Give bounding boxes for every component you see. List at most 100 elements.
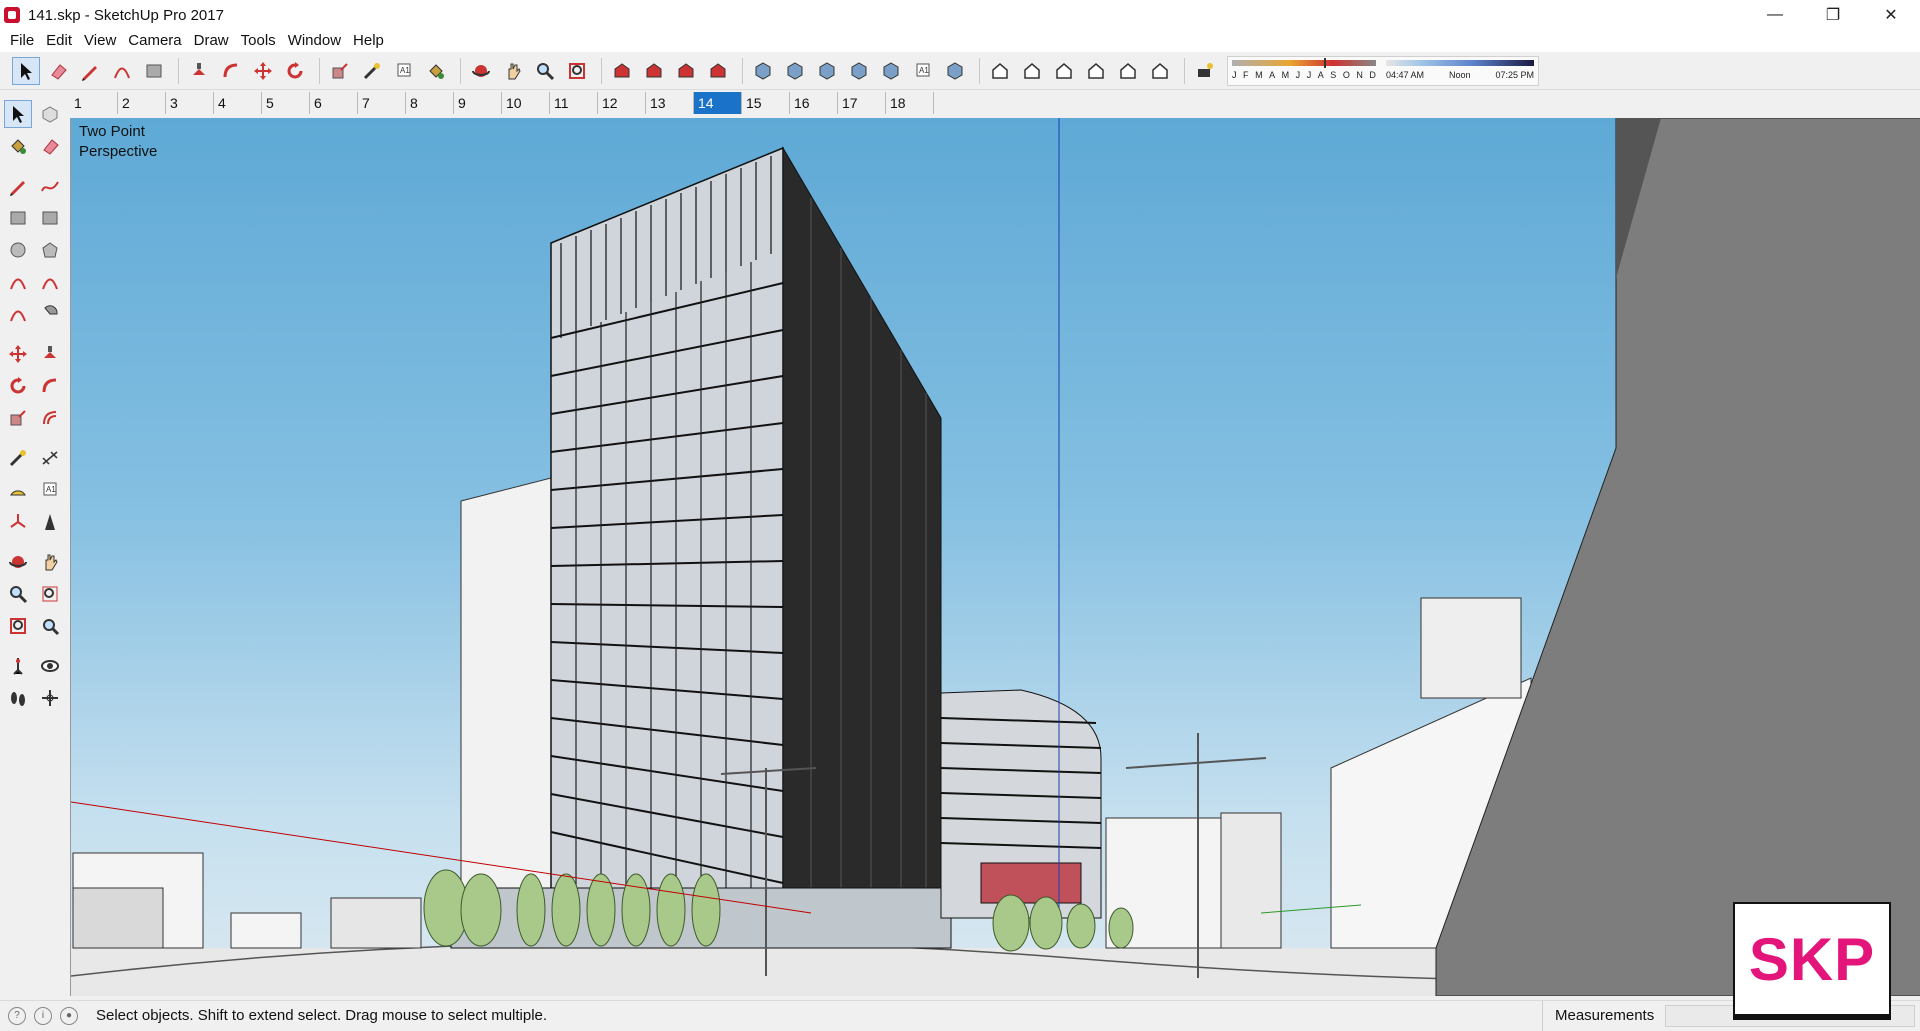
line-tool-icon[interactable] <box>4 172 32 200</box>
look-around-icon[interactable] <box>36 652 64 680</box>
tape-measure-icon[interactable] <box>358 57 386 85</box>
pencil-icon[interactable] <box>76 57 104 85</box>
move-tool-icon[interactable] <box>4 340 32 368</box>
offset-tool-icon[interactable] <box>36 404 64 432</box>
shadows-icon[interactable] <box>1191 57 1219 85</box>
right-view-icon[interactable] <box>1082 57 1110 85</box>
dimension-tool-icon[interactable] <box>36 444 64 472</box>
arc-icon[interactable] <box>108 57 136 85</box>
axes-tool-icon[interactable] <box>4 508 32 536</box>
scale-tool-icon[interactable] <box>4 404 32 432</box>
scene-tab-14[interactable]: 14 <box>694 92 742 114</box>
move-icon[interactable] <box>249 57 277 85</box>
protractor-tool-icon[interactable] <box>4 476 32 504</box>
scene-tab-18[interactable]: 18 <box>886 92 934 114</box>
scene-tab-2[interactable]: 2 <box>118 92 166 114</box>
iso-view-icon[interactable] <box>986 57 1014 85</box>
polygon-tool-icon[interactable] <box>36 236 64 264</box>
monochrome-icon[interactable] <box>941 57 969 85</box>
shaded-icon[interactable] <box>877 57 905 85</box>
pie-tool-icon[interactable] <box>36 300 64 328</box>
walk-tool-icon[interactable] <box>4 684 32 712</box>
zoom-icon[interactable] <box>531 57 559 85</box>
menu-draw[interactable]: Draw <box>188 30 235 52</box>
left-view-icon[interactable] <box>1146 57 1174 85</box>
scene-tab-3[interactable]: 3 <box>166 92 214 114</box>
menu-file[interactable]: File <box>4 30 40 52</box>
circle-tool-icon[interactable] <box>4 236 32 264</box>
arc-tool-icon[interactable] <box>4 268 32 296</box>
restore-button[interactable]: ❐ <box>1804 0 1862 30</box>
back-view-icon[interactable] <box>1114 57 1142 85</box>
zoom-extents-icon[interactable] <box>563 57 591 85</box>
previous-view-icon[interactable] <box>36 612 64 640</box>
ruby-icon[interactable] <box>704 57 732 85</box>
menu-camera[interactable]: Camera <box>122 30 187 52</box>
scene-tab-6[interactable]: 6 <box>310 92 358 114</box>
position-camera-icon[interactable] <box>4 652 32 680</box>
minimize-button[interactable]: — <box>1746 0 1804 30</box>
scene-tab-8[interactable]: 8 <box>406 92 454 114</box>
push-pull-tool-icon[interactable] <box>36 340 64 368</box>
rotate-icon[interactable] <box>281 57 309 85</box>
eraser-icon[interactable] <box>44 57 72 85</box>
three-point-arc-icon[interactable] <box>4 300 32 328</box>
menu-tools[interactable]: Tools <box>235 30 282 52</box>
paint-bucket-icon[interactable] <box>422 57 450 85</box>
pan-icon[interactable] <box>499 57 527 85</box>
hidden-line-icon[interactable] <box>845 57 873 85</box>
scene-tab-13[interactable]: 13 <box>646 92 694 114</box>
text-tool-icon[interactable]: A1 <box>36 476 64 504</box>
shadow-month-slider[interactable]: JFMAMJJASOND <box>1232 57 1376 84</box>
scene-tab-5[interactable]: 5 <box>262 92 310 114</box>
eraser-tool-icon[interactable] <box>36 132 64 160</box>
scene-tab-17[interactable]: 17 <box>838 92 886 114</box>
scale-icon[interactable] <box>326 57 354 85</box>
scene-tab-12[interactable]: 12 <box>598 92 646 114</box>
scene-tab-1[interactable]: 1 <box>70 92 118 114</box>
top-view-icon[interactable] <box>1018 57 1046 85</box>
orbit-icon[interactable] <box>467 57 495 85</box>
zoom-extents-tool-icon[interactable] <box>4 612 32 640</box>
scene-tab-10[interactable]: 10 <box>502 92 550 114</box>
3d-warehouse-icon[interactable] <box>608 57 636 85</box>
close-button[interactable]: ✕ <box>1862 0 1920 30</box>
zoom-window-icon[interactable] <box>36 580 64 608</box>
pan-tool-icon[interactable] <box>36 548 64 576</box>
paint-bucket-tool-icon[interactable] <box>4 132 32 160</box>
freehand-tool-icon[interactable] <box>36 172 64 200</box>
component-icon[interactable] <box>36 100 64 128</box>
wireframe-icon[interactable] <box>813 57 841 85</box>
geo-location-icon[interactable]: ? <box>8 1006 26 1025</box>
follow-me-icon[interactable] <box>217 57 245 85</box>
rotated-rectangle-icon[interactable] <box>36 204 64 232</box>
front-view-icon[interactable] <box>1050 57 1078 85</box>
scene-tab-16[interactable]: 16 <box>790 92 838 114</box>
scene-tab-11[interactable]: 11 <box>550 92 598 114</box>
model-viewport[interactable]: Two Point Perspective <box>70 118 1920 996</box>
credits-icon[interactable]: i <box>34 1006 52 1025</box>
layout-icon[interactable] <box>672 57 700 85</box>
month-marker[interactable] <box>1324 57 1326 68</box>
rectangle-tool-icon[interactable] <box>4 204 32 232</box>
two-point-arc-icon[interactable] <box>36 268 64 296</box>
shaded-textures-icon[interactable]: A1 <box>909 57 937 85</box>
user-account-icon[interactable]: ● <box>60 1006 78 1025</box>
follow-me-tool-icon[interactable] <box>36 372 64 400</box>
orbit-tool-icon[interactable] <box>4 548 32 576</box>
menu-window[interactable]: Window <box>282 30 347 52</box>
select-icon[interactable] <box>12 56 40 85</box>
scene-tab-15[interactable]: 15 <box>742 92 790 114</box>
select-tool-icon[interactable] <box>4 100 32 128</box>
scene-tab-7[interactable]: 7 <box>358 92 406 114</box>
menu-edit[interactable]: Edit <box>40 30 78 52</box>
section-plane-icon[interactable] <box>36 684 64 712</box>
3d-text-icon[interactable] <box>36 508 64 536</box>
extension-warehouse-icon[interactable] <box>640 57 668 85</box>
back-edges-icon[interactable] <box>781 57 809 85</box>
shadow-time-slider[interactable]: 04:47 AM Noon 07:25 PM <box>1386 58 1534 84</box>
tape-measure-tool-icon[interactable] <box>4 444 32 472</box>
text-icon[interactable]: A1 <box>390 57 418 85</box>
menu-help[interactable]: Help <box>347 30 390 52</box>
rotate-tool-icon[interactable] <box>4 372 32 400</box>
